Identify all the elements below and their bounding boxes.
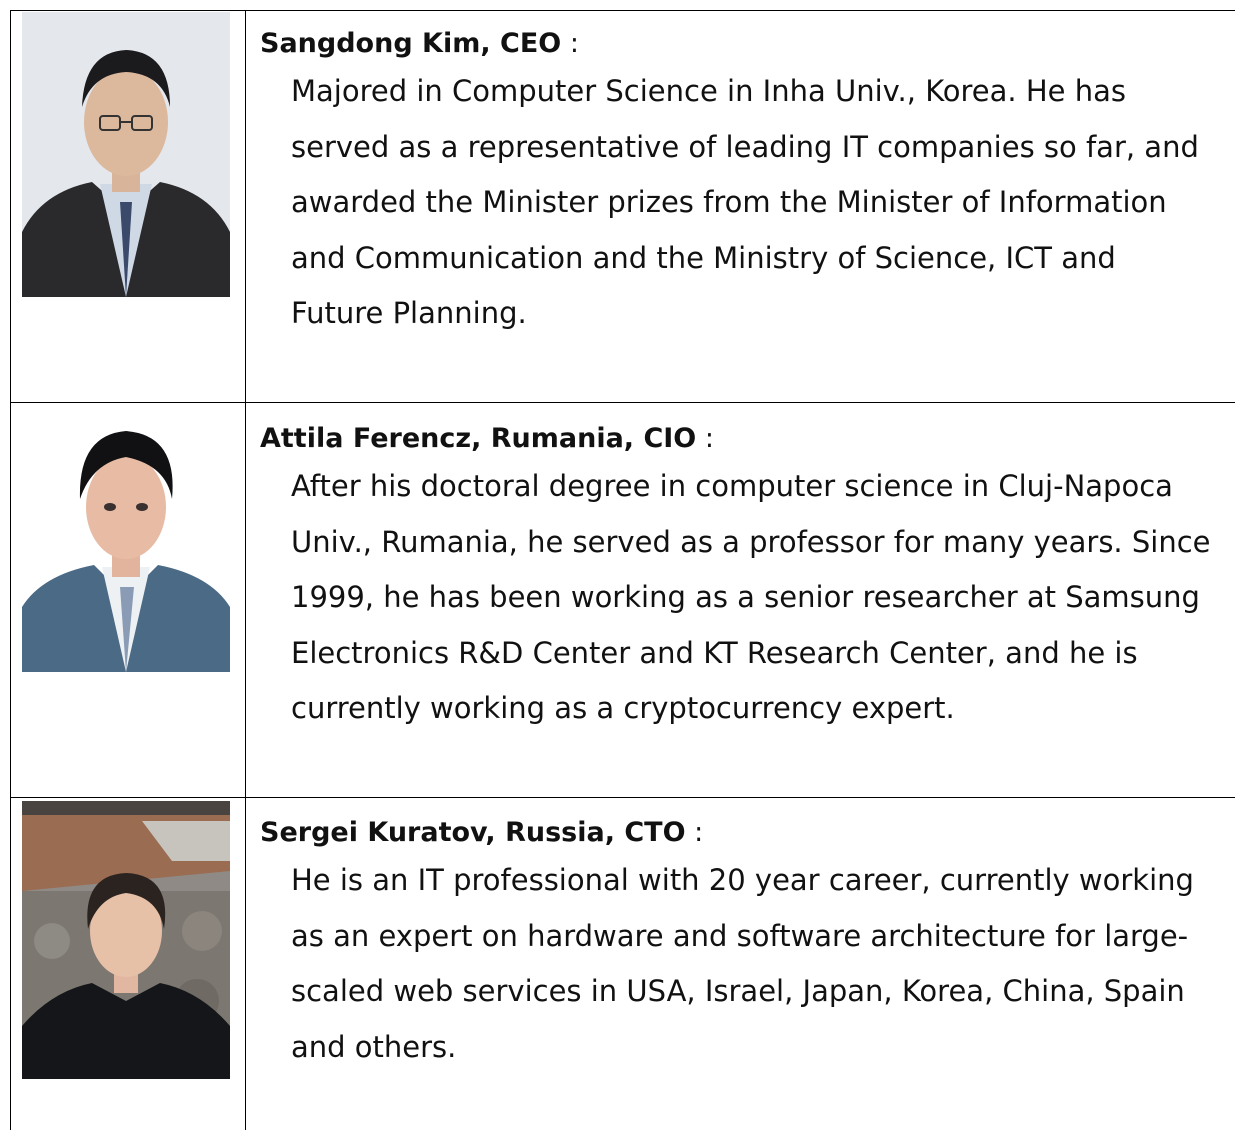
table-border-top [10, 10, 1235, 11]
row-divider [10, 797, 1235, 798]
person-bio: He is an IT professional with 20 year ca… [291, 853, 1220, 1075]
bio-line: He is an IT professional with 20 year ca… [291, 863, 1194, 897]
person-heading: Sergei Kuratov, Russia, CTO : [260, 813, 1220, 853]
bio-line: Univ., Rumania, he served as a professor… [291, 524, 1211, 559]
table-border-left [10, 10, 11, 1130]
portrait-attila-ferencz [22, 407, 230, 672]
bio-line: After his doctoral degree in computer sc… [291, 469, 1173, 503]
bio-line: served as a representative of leading IT… [291, 129, 1199, 164]
portrait-sergei-kuratov [22, 801, 230, 1079]
bio-line: awarded the Minister prizes from the Min… [291, 185, 1167, 219]
bio-line: Future Planning. [291, 296, 527, 330]
name-separator: : [569, 28, 579, 59]
bio-line: Majored in Computer Science in Inha Univ… [291, 74, 1126, 108]
bio-line: currently working as a cryptocurrency ex… [291, 691, 955, 725]
bio-line: as an expert on hardware and software ar… [291, 918, 1189, 953]
name-separator: : [694, 817, 704, 848]
bio-line: Electronics R&D Center and KT Research C… [291, 635, 1138, 670]
person-name: Sergei Kuratov, Russia, CTO [260, 817, 686, 848]
person-bio: Majored in Computer Science in Inha Univ… [291, 64, 1220, 342]
bio-line: and Communication and the Ministry of Sc… [291, 240, 1116, 275]
bio-line: scaled web services in USA, Israel, Japa… [291, 974, 1185, 1008]
bio-line: 1999, he has been working as a senior re… [291, 580, 1200, 614]
name-separator: : [704, 423, 714, 454]
column-divider [245, 10, 246, 1130]
person-heading: Sangdong Kim, CEO : [260, 24, 1220, 64]
person-heading: Attila Ferencz, Rumania, CIO : [260, 419, 1220, 459]
bio-line: and others. [291, 1029, 457, 1064]
portrait-sangdong-kim [22, 12, 230, 297]
person-name: Attila Ferencz, Rumania, CIO [260, 423, 697, 454]
person-bio: After his doctoral degree in computer sc… [291, 459, 1220, 737]
person-name: Sangdong Kim, CEO [260, 28, 562, 59]
row-divider [10, 402, 1235, 403]
